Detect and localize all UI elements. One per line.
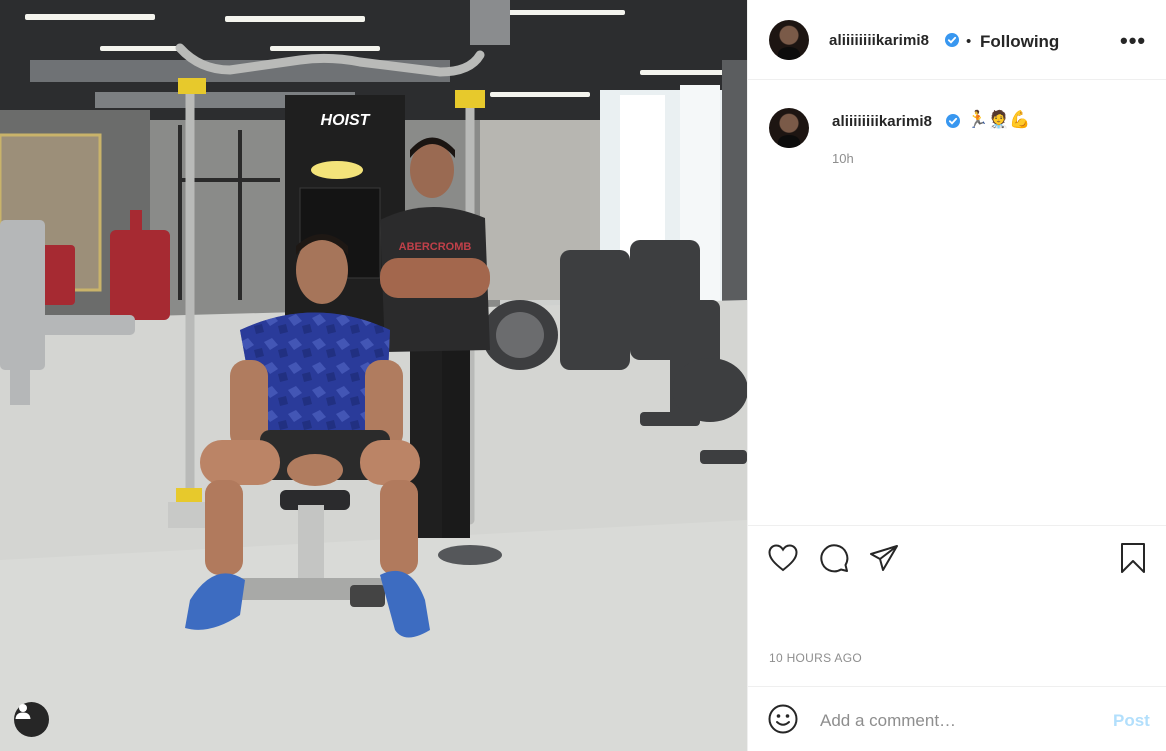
comment-icon [820,544,849,573]
header-separator: • [966,33,972,50]
actions-divider [748,525,1166,526]
bookmark-icon [1121,543,1145,573]
post-timestamp[interactable]: 10 HOURS AGO [769,651,862,665]
caption-time[interactable]: 10h [832,151,854,166]
caption-author-avatar[interactable] [769,108,809,148]
caption-verified-badge-icon [946,114,960,128]
author-avatar[interactable] [769,20,809,60]
comment-input[interactable] [818,707,1092,735]
post-side-panel: aliiiiiiiikarimi8 • Following ••• aliiii… [747,0,1166,751]
heart-icon [768,544,798,572]
emoji-button[interactable] [767,703,799,735]
caption-username[interactable]: aliiiiiiiikarimi8 [832,113,932,130]
like-button[interactable] [767,542,799,574]
comment-button[interactable] [818,542,850,574]
comment-bar: Post [748,686,1166,751]
person-icon [15,704,31,719]
gym-photo-illustration: HOIST ABERCROMB [0,0,747,751]
machine-brand-text: HOIST [321,112,371,129]
post-header: aliiiiiiiikarimi8 • Following ••• [748,0,1166,80]
verified-badge-icon [945,33,959,47]
author-username[interactable]: aliiiiiiiikarimi8 [829,32,929,49]
share-icon [870,545,898,571]
svg-text:ABERCROMB: ABERCROMB [399,241,472,253]
following-button[interactable]: Following [980,32,1059,52]
caption-text: 🏃🧑‍⚕️💪 [967,110,1031,129]
smiley-icon [768,704,798,734]
save-button[interactable] [1117,542,1149,574]
post-photo[interactable]: HOIST ABERCROMB [0,0,747,751]
share-button[interactable] [868,542,900,574]
user-tag-button[interactable] [14,702,49,737]
more-options-button[interactable]: ••• [1120,28,1146,54]
post-comment-button[interactable]: Post [1113,711,1150,731]
